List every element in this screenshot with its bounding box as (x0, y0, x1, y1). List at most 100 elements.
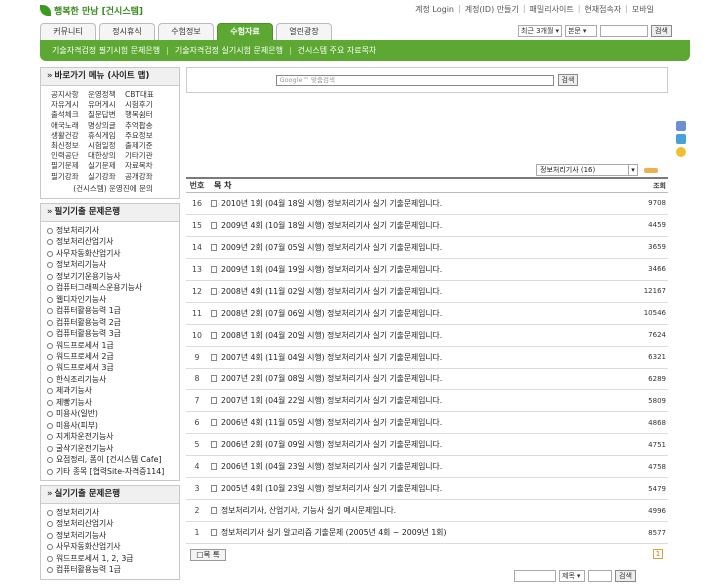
bottom-search-input[interactable] (588, 570, 612, 582)
field-select[interactable]: 본문 ▾ (564, 25, 597, 37)
row-title-link[interactable]: 2007년 1회 (04월 22일 시행) 정보처리기사 실기 기출문제입니다. (208, 395, 628, 406)
list-item[interactable]: 컴퓨터활용능력 2급 (47, 317, 175, 328)
top-search-button[interactable]: 검색 (650, 25, 672, 37)
page-1[interactable]: 1 (653, 549, 663, 559)
list-item[interactable]: 한식조리기능사 (47, 374, 175, 385)
list-item[interactable]: 웹디자인기능사 (47, 294, 175, 305)
row-title-link[interactable]: 정보처리기사, 산업기사, 기능사 실기 예시문제입니다. (208, 505, 628, 516)
row-title-link[interactable]: 2007년 2회 (07월 08일 시행) 정보처리기사 실기 기출문제입니다. (208, 373, 628, 384)
shortcut-link[interactable]: 애국노래 (51, 121, 88, 131)
list-item[interactable]: 정보처리기능사 (47, 259, 175, 270)
shortcut-link[interactable]: 추억팝송 (125, 121, 162, 131)
table-row[interactable]: 10 2008년 1회 (04월 20일 시행) 정보처리기사 실기 기출문제입니… (186, 325, 668, 347)
list-item[interactable]: 정보처리산업기사 (47, 518, 175, 529)
shortcut-link[interactable]: 출석체크 (51, 110, 88, 120)
row-title-link[interactable]: 2008년 2회 (07월 06일 시행) 정보처리기사 실기 기출문제입니다. (208, 308, 628, 319)
list-item[interactable]: 제과기능사 (47, 385, 175, 396)
list-item[interactable]: 정보기기운용기능사 (47, 271, 175, 282)
table-row[interactable]: 14 2009년 2회 (07월 05일 시행) 정보처리기사 실기 기출문제입니… (186, 237, 668, 259)
category-filter[interactable]: 정보처리기사 (16) ▾ (536, 164, 638, 176)
family-site-link[interactable]: 패밀리사이트 (530, 4, 574, 15)
table-row[interactable]: 11 2008년 2회 (07월 06일 시행) 정보처리기사 실기 기출문제입니… (186, 303, 668, 325)
sub-menu-practical[interactable]: 기술자격검정 실기시험 문제은행 (175, 45, 283, 56)
list-item[interactable]: 컴퓨터그래픽스운용기능사 (47, 282, 175, 293)
contact-admin-link[interactable]: (건시스템) 운영진에 문의 (51, 184, 175, 194)
shortcut-link[interactable]: CBT대표 (125, 90, 162, 100)
shortcut-link[interactable]: 실기강좌 (88, 172, 125, 182)
shortcut-link[interactable]: 휴식게임 (88, 131, 125, 141)
row-title-link[interactable]: 2010년 1회 (04월 18일 시행) 정보처리기사 실기 기출문제입니다. (208, 198, 628, 209)
list-item[interactable]: 워드프로세서 2급 (47, 351, 175, 362)
table-row[interactable]: 16 2010년 1회 (04월 18일 시행) 정보처리기사 실기 기출문제입니… (186, 193, 668, 215)
row-title-link[interactable]: 2009년 1회 (04월 19일 시행) 정보처리기사 실기 기출문제입니다. (208, 264, 628, 275)
list-item[interactable]: 사무자동화산업기사 (47, 541, 175, 552)
shortcut-link[interactable]: 실기문제 (88, 161, 125, 171)
bulb-icon[interactable] (676, 147, 686, 157)
shortcut-link[interactable]: 공개강좌 (125, 172, 162, 182)
people-icon[interactable] (676, 134, 686, 144)
signup-link[interactable]: 계정(ID) 만들기 (465, 4, 519, 15)
period-select[interactable]: 최근 3개월 ▾ (518, 25, 562, 37)
rss-icon[interactable] (644, 168, 658, 173)
shortcut-link[interactable]: 유머게시 (88, 100, 125, 110)
bottom-search-button[interactable]: 검색 (615, 570, 636, 582)
list-item[interactable]: 기타 종목 [협력Site-자격증114] (47, 466, 175, 477)
list-item[interactable]: 컴퓨터활용능력 1급 (47, 564, 175, 575)
row-title-link[interactable]: 2008년 1회 (04월 20일 시행) 정보처리기사 실기 기출문제입니다. (208, 330, 628, 341)
shortcut-link[interactable]: 출제기준 (125, 141, 162, 151)
list-item[interactable]: 정보처리기사 (47, 225, 175, 236)
calendar-icon[interactable] (676, 121, 686, 131)
google-search-button[interactable]: 검색 (557, 74, 579, 86)
list-item[interactable]: 미용사(일반) (47, 408, 175, 419)
table-row[interactable]: 13 2009년 1회 (04월 19일 시행) 정보처리기사 실기 기출문제입니… (186, 259, 668, 281)
row-title-link[interactable]: 정보처리기사 실기 알고리즘 기출문제 (2005년 4회 ~ 2009년 1회… (208, 527, 628, 538)
row-title-link[interactable]: 2006년 4회 (11월 05일 시행) 정보처리기사 실기 기출문제입니다. (208, 417, 628, 428)
row-title-link[interactable]: 2007년 4회 (11월 04일 시행) 정보처리기사 실기 기출문제입니다. (208, 352, 628, 363)
shortcut-link[interactable]: 명상의글 (88, 121, 125, 131)
mobile-link[interactable]: 모바일 (632, 4, 654, 15)
tab-exam-materials[interactable]: 수험자료 (217, 23, 273, 40)
list-item[interactable]: 컴퓨터활용능력 1급 (47, 305, 175, 316)
shortcut-link[interactable]: 필기문제 (51, 161, 88, 171)
shortcut-link[interactable]: 시험일정 (88, 141, 125, 151)
tab-open-plaza[interactable]: 열린광장 (276, 23, 332, 40)
list-item[interactable]: 정보처리기능사 (47, 530, 175, 541)
list-item[interactable]: 굴삭기운전기능사 (47, 443, 175, 454)
row-title-link[interactable]: 2009년 2회 (07월 05일 시행) 정보처리기사 실기 기출문제입니다. (208, 242, 628, 253)
list-item[interactable]: 미용사(피부) (47, 420, 175, 431)
row-title-link[interactable]: 2006년 1회 (04월 23일 시행) 정보처리기사 실기 기출문제입니다. (208, 461, 628, 472)
list-item[interactable]: 컴퓨터활용능력 3급 (47, 328, 175, 339)
shortcut-link[interactable]: 자료목차 (125, 161, 162, 171)
row-title-link[interactable]: 2009년 4회 (10월 18일 시행) 정보처리기사 실기 기출문제입니다. (208, 220, 628, 231)
table-row[interactable]: 6 2006년 4회 (11월 05일 시행) 정보처리기사 실기 기출문제입니다… (186, 412, 668, 435)
row-title-link[interactable]: 2008년 4회 (11월 02일 시행) 정보처리기사 실기 기출문제입니다. (208, 286, 628, 297)
table-row[interactable]: 12 2008년 4회 (11월 02일 시행) 정보처리기사 실기 기출문제입니… (186, 281, 668, 303)
site-logo[interactable]: 행복한 만남 [건시스템] (40, 4, 143, 17)
list-item[interactable]: 제빵기능사 (47, 397, 175, 408)
google-search-input[interactable]: Google™ 맞춤검색 (275, 74, 554, 86)
shortcut-link[interactable]: 대한상의 (88, 151, 125, 161)
row-title-link[interactable]: 2005년 4회 (10월 23일 시행) 정보처리기사 실기 기출문제입니다. (208, 483, 628, 494)
shortcut-link[interactable]: 운영정책 (88, 90, 125, 100)
table-row[interactable]: 7 2007년 1회 (04월 22일 시행) 정보처리기사 실기 기출문제입니다… (186, 390, 668, 413)
shortcut-link[interactable]: 필기강좌 (51, 172, 88, 182)
table-row[interactable]: 3 2005년 4회 (10월 23일 시행) 정보처리기사 실기 기출문제입니다… (186, 478, 668, 501)
online-users-link[interactable]: 현재접속자 (584, 4, 621, 15)
shortcut-link[interactable]: 질문답변 (88, 110, 125, 120)
list-item[interactable]: 워드프로세서 1급 (47, 340, 175, 351)
shortcut-link[interactable]: 자유게시 (51, 100, 88, 110)
shortcut-link[interactable]: 기타기관 (125, 151, 162, 161)
bottom-field-select[interactable]: 제목 ▾ (559, 570, 585, 582)
list-item[interactable]: 요점정리, 폼이 [건시스템 Cafe] (47, 454, 175, 465)
list-item[interactable]: 워드프로세서 3급 (47, 362, 175, 373)
tab-rest[interactable]: 정시휴식 (99, 23, 155, 40)
list-item[interactable]: 사무자동화산업기사 (47, 248, 175, 259)
table-row[interactable]: 15 2009년 4회 (10월 18일 시행) 정보처리기사 실기 기출문제입니… (186, 215, 668, 237)
sub-menu-index[interactable]: 건시스템 주요 자료목차 (298, 45, 377, 56)
shortcut-link[interactable]: 공지사항 (51, 90, 88, 100)
list-item[interactable]: 정보처리산업기사 (47, 236, 175, 247)
login-link[interactable]: 계정 Login (415, 4, 454, 15)
shortcut-link[interactable]: 생활건강 (51, 131, 88, 141)
shortcut-link[interactable]: 주요정보 (125, 131, 162, 141)
shortcut-link[interactable]: 최신정보 (51, 141, 88, 151)
